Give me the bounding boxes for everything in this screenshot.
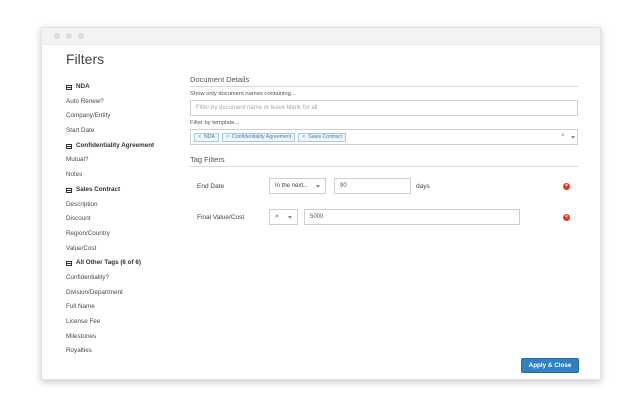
sidebar-item-discount[interactable]: Discount	[66, 212, 186, 227]
sidebar-item-start-date[interactable]: Start Date	[66, 124, 186, 139]
sidebar-item-notes[interactable]: Notes	[66, 168, 186, 183]
tag-remove-icon[interactable]: ×	[226, 134, 229, 140]
template-tag-nda[interactable]: × NDA	[194, 132, 219, 142]
window-titlebar	[42, 28, 600, 45]
sidebar-group-all-other-tags[interactable]: All Other Tags (6 of 6)	[66, 256, 186, 271]
section-divider	[190, 166, 578, 167]
sidebar-item-confidentiality[interactable]: Confidentiality?	[66, 271, 186, 286]
template-tag-label: NDA	[204, 134, 215, 140]
tag-filters-heading: Tag Filters	[190, 155, 225, 164]
select-value: In the next...	[275, 183, 309, 189]
sidebar-group-sales-contract[interactable]: Sales Contract	[66, 183, 186, 198]
sidebar-group-confidentiality-agreement[interactable]: Confidentiality Agreement	[66, 139, 186, 154]
sidebar-item-company-entity[interactable]: Company/Entity	[66, 109, 186, 124]
sidebar-group-label: Confidentiality Agreement	[76, 141, 155, 149]
sidebar-item-full-name[interactable]: Full Name	[66, 300, 186, 315]
table-icon	[66, 143, 72, 149]
template-tag-label: Confidentiality Agreement	[232, 134, 292, 140]
window-minimize-dot[interactable]	[66, 33, 72, 39]
template-tag-confidentiality-agreement[interactable]: × Confidentiality Agreement	[221, 132, 296, 142]
sidebar-group-label: All Other Tags (6 of 6)	[76, 259, 141, 267]
remove-circle-icon[interactable]: ×	[563, 183, 570, 190]
sidebar-item-division-department[interactable]: Division/Department	[66, 286, 186, 301]
document-name-input[interactable]: Filter by document name or leave blank f…	[190, 100, 578, 116]
sidebar-item-mutual[interactable]: Mutual?	[66, 153, 186, 168]
sidebar-item-milestones[interactable]: Milestones	[66, 330, 186, 345]
end-date-unit: days	[416, 183, 430, 190]
remove-circle-icon[interactable]: ×	[563, 214, 570, 221]
template-filter-field[interactable]: × NDA × Confidentiality Agreement × Sale…	[190, 129, 578, 145]
sidebar-group-label: NDA	[76, 83, 90, 90]
chevron-down-icon	[316, 185, 320, 188]
section-divider	[190, 86, 578, 87]
apply-close-button[interactable]: Apply & Close	[521, 358, 579, 373]
sidebar-item-auto-renew[interactable]: Auto Renew?	[66, 95, 186, 110]
filter-label-final-value-cost: Final Value/Cost	[197, 214, 245, 221]
page-title: Filters	[66, 51, 105, 67]
final-value-operator-select[interactable]: >	[269, 209, 298, 225]
window-zoom-dot[interactable]	[78, 33, 84, 39]
sidebar-item-description[interactable]: Description	[66, 198, 186, 213]
table-icon	[66, 261, 72, 267]
sidebar-item-royalties[interactable]: Royalties	[66, 344, 186, 359]
sidebar-item-region-country[interactable]: Region/Country	[66, 227, 186, 242]
end-date-operator-select[interactable]: In the next...	[269, 178, 326, 194]
template-tag-label: Sales Contract	[308, 134, 343, 140]
final-value-input[interactable]: 5000	[304, 209, 520, 225]
select-value: >	[275, 214, 279, 220]
sidebar-group-label: Sales Contract	[76, 185, 121, 193]
filter-label-end-date: End Date	[197, 183, 225, 190]
tag-remove-icon[interactable]: ×	[302, 134, 305, 140]
chevron-down-icon[interactable]	[571, 136, 575, 139]
input-value: 5000	[310, 214, 324, 220]
template-filter-label: Filter by template...	[190, 120, 240, 126]
sidebar-item-license-fee[interactable]: License Fee	[66, 315, 186, 330]
template-tag-sales-contract[interactable]: × Sales Contract	[298, 132, 347, 142]
document-name-placeholder: Filter by document name or leave blank f…	[196, 105, 318, 111]
tag-remove-icon[interactable]: ×	[198, 134, 201, 140]
document-name-label: Show only document names containing...	[190, 91, 296, 97]
table-icon	[66, 187, 72, 193]
sidebar-item-value-cost[interactable]: Value/Cost	[66, 242, 186, 257]
table-icon	[66, 84, 72, 90]
clear-templates-icon[interactable]: ×	[561, 133, 565, 139]
tag-sidebar: NDA Auto Renew? Company/Entity Start Dat…	[66, 80, 186, 359]
document-details-heading: Document Details	[190, 75, 250, 84]
sidebar-group-nda[interactable]: NDA	[66, 80, 186, 95]
window-close-dot[interactable]	[54, 33, 60, 39]
filters-window: Filters NDA Auto Renew? Company/Entity S…	[41, 27, 601, 380]
chevron-down-icon	[288, 216, 292, 219]
end-date-value-input[interactable]: 90	[334, 178, 411, 194]
input-value: 90	[340, 183, 347, 189]
